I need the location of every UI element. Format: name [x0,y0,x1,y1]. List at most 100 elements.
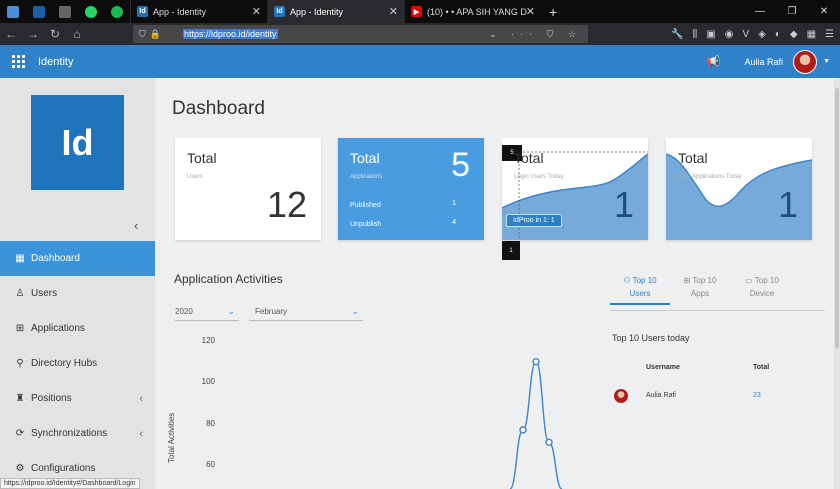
wrench-icon[interactable]: 🔧 [671,29,683,40]
pinned-tab-5[interactable] [104,0,130,23]
unpublish-value: 4 [452,219,456,226]
top10-tabs: ⚇ Top 10 Users ⊞ Top 10 Apps ▭ Top 10 De… [610,274,825,305]
month-select[interactable]: February ⌄ [249,303,363,321]
positions-icon: ♜ [15,393,25,404]
extension-icon[interactable]: V [742,29,749,40]
sidebar-item-users[interactable]: ♙ Users [0,276,155,311]
sidebar-icon[interactable]: ▣ [706,29,715,40]
sidebar-item-label: Applications [31,323,85,334]
minimize-icon[interactable]: — [744,6,776,17]
chart-tooltip: IdProo in 1: 1 [506,214,562,227]
star-icon[interactable]: ☆ [568,29,582,39]
megaphone-icon[interactable]: 📢 [707,55,721,68]
gear-icon: ⚙ [15,463,25,474]
status-bar: https://idproo.id/Identity#/Dashboard/Lo… [0,478,140,489]
sidebar-item-positions[interactable]: ♜ Positions ‹ [0,381,155,416]
pinned-tab-2[interactable] [26,0,52,23]
reload-icon[interactable]: ↻ [44,27,66,41]
chevron-left-icon: ‹ [139,392,143,405]
close-tab-icon[interactable]: ✕ [526,5,535,18]
caret-down-icon[interactable]: ▼ [823,58,830,65]
close-window-icon[interactable]: ✕ [808,6,840,17]
address-bar[interactable]: ⛉ 🔒 https://idproo.id/identity ⌄ ··· ⛉ ☆ [133,25,588,43]
sso-applications-today-card[interactable]: Total SSO Applications Today 1 [666,138,812,240]
restore-icon[interactable]: ❐ [776,6,808,17]
page-scrollbar[interactable] [834,78,840,489]
data-point[interactable] [519,426,527,434]
card-value: 1 [613,184,634,225]
dashboard-icon: ▦ [15,253,25,264]
row-total[interactable]: 23 [753,392,761,399]
page-title: Dashboard [172,98,265,119]
extension-icon[interactable]: ▦ [807,29,816,40]
extension-icon[interactable]: ◆ [790,29,798,40]
library-icon[interactable]: ⫼ [693,29,698,40]
data-point[interactable] [532,357,540,366]
total-users-card[interactable]: Total Users 12 [175,138,321,240]
apps-icon: ⊞ [683,276,691,285]
pocket-icon[interactable]: ⛉ [547,29,560,39]
total-applications-card[interactable]: Total Applications 5 Published 1 Unpubli… [338,138,484,240]
extension-icon[interactable]: ◐ [775,29,781,40]
sidebar-item-dashboard[interactable]: ▦ Dashboard [0,241,155,276]
tab-line2: Device [749,289,775,298]
browser-nav-bar: ← → ↻ ⌂ ⛉ 🔒 https://idproo.id/identity ⌄… [0,23,840,45]
sidebar-menu: ▦ Dashboard ♙ Users ⊞ Applications ⚲ Dir… [0,241,155,486]
extension-icon[interactable]: ◈ [758,29,766,40]
published-label: Published [350,202,381,209]
year-select[interactable]: 2020 ⌄ [175,303,239,321]
tabs-divider [610,310,825,311]
card-title: Total [187,150,217,166]
year-value: 2020 [175,307,193,316]
app-grid-icon[interactable] [12,54,26,69]
avatar[interactable] [793,49,818,74]
home-icon[interactable]: ⌂ [66,27,88,41]
tab-top10-device[interactable]: ▭ Top 10 Device [732,274,792,300]
chevron-left-icon[interactable]: ‹ [134,218,138,233]
back-icon[interactable]: ← [0,27,22,41]
card-value: 1 [777,184,798,225]
app-header: Identity 📢 Aulia Rafi ▼ [0,45,840,78]
sidebar-item-label: Dashboard [31,253,80,264]
tab-line1: Top 10 [692,276,717,285]
chart-crosshair-label: 1 [502,241,520,260]
pinned-tab-1[interactable] [0,0,26,23]
pinned-tab-4[interactable] [78,0,104,23]
card-value: 5 [451,146,470,184]
browser-tab-2[interactable]: Id App - Identity ✕ [267,0,404,23]
sidebar-item-directory-hubs[interactable]: ⚲ Directory Hubs [0,346,155,381]
chevron-down-icon[interactable]: ⌄ [489,29,503,39]
unpublish-label: Unpublish [350,221,382,228]
close-tab-icon[interactable]: ✕ [252,5,261,18]
browser-tab-3[interactable]: ▶ (10) • • APA SIH YANG DIMAK ✕ [404,0,541,23]
user-name[interactable]: Aulia Rafi [745,57,784,67]
menu-icon[interactable]: ☰ [825,29,834,40]
close-tab-icon[interactable]: ✕ [389,5,398,18]
sidebar-item-synchronizations[interactable]: ⟳ Synchronizations ‹ [0,416,155,451]
identity-favicon: Id [274,6,285,17]
new-tab-button[interactable]: + [549,4,557,20]
sidebar-item-applications[interactable]: ⊞ Applications [0,311,155,346]
more-icon[interactable]: ··· [511,29,538,39]
sidebar-item-label: Configurations [31,463,96,474]
scrollbar-thumb[interactable] [835,88,839,348]
tab-label: App - Identity [153,6,207,17]
sidebar-item-label: Positions [31,393,72,404]
device-icon: ▭ [745,276,753,285]
col-header-username: Username [646,364,680,371]
tab-top10-apps[interactable]: ⊞ Top 10 Apps [670,274,730,300]
tab-line2: Apps [690,289,710,298]
pinned-tab-3[interactable] [52,0,78,23]
tab-line2: Users [629,289,651,298]
data-point[interactable] [545,438,553,446]
tab-top10-users[interactable]: ⚇ Top 10 Users [610,274,670,305]
location-icon [111,5,123,18]
card-value: 12 [266,184,307,225]
card-subtitle: Users [187,174,203,180]
extension-icon[interactable]: ◉ [725,29,734,40]
card-title: Total [678,150,708,166]
lock-icon: 🔒 [149,28,161,39]
forward-icon[interactable]: → [22,27,44,41]
pinned-app-icon [7,5,19,18]
browser-tab-1[interactable]: Id App - Identity ✕ [130,0,267,23]
